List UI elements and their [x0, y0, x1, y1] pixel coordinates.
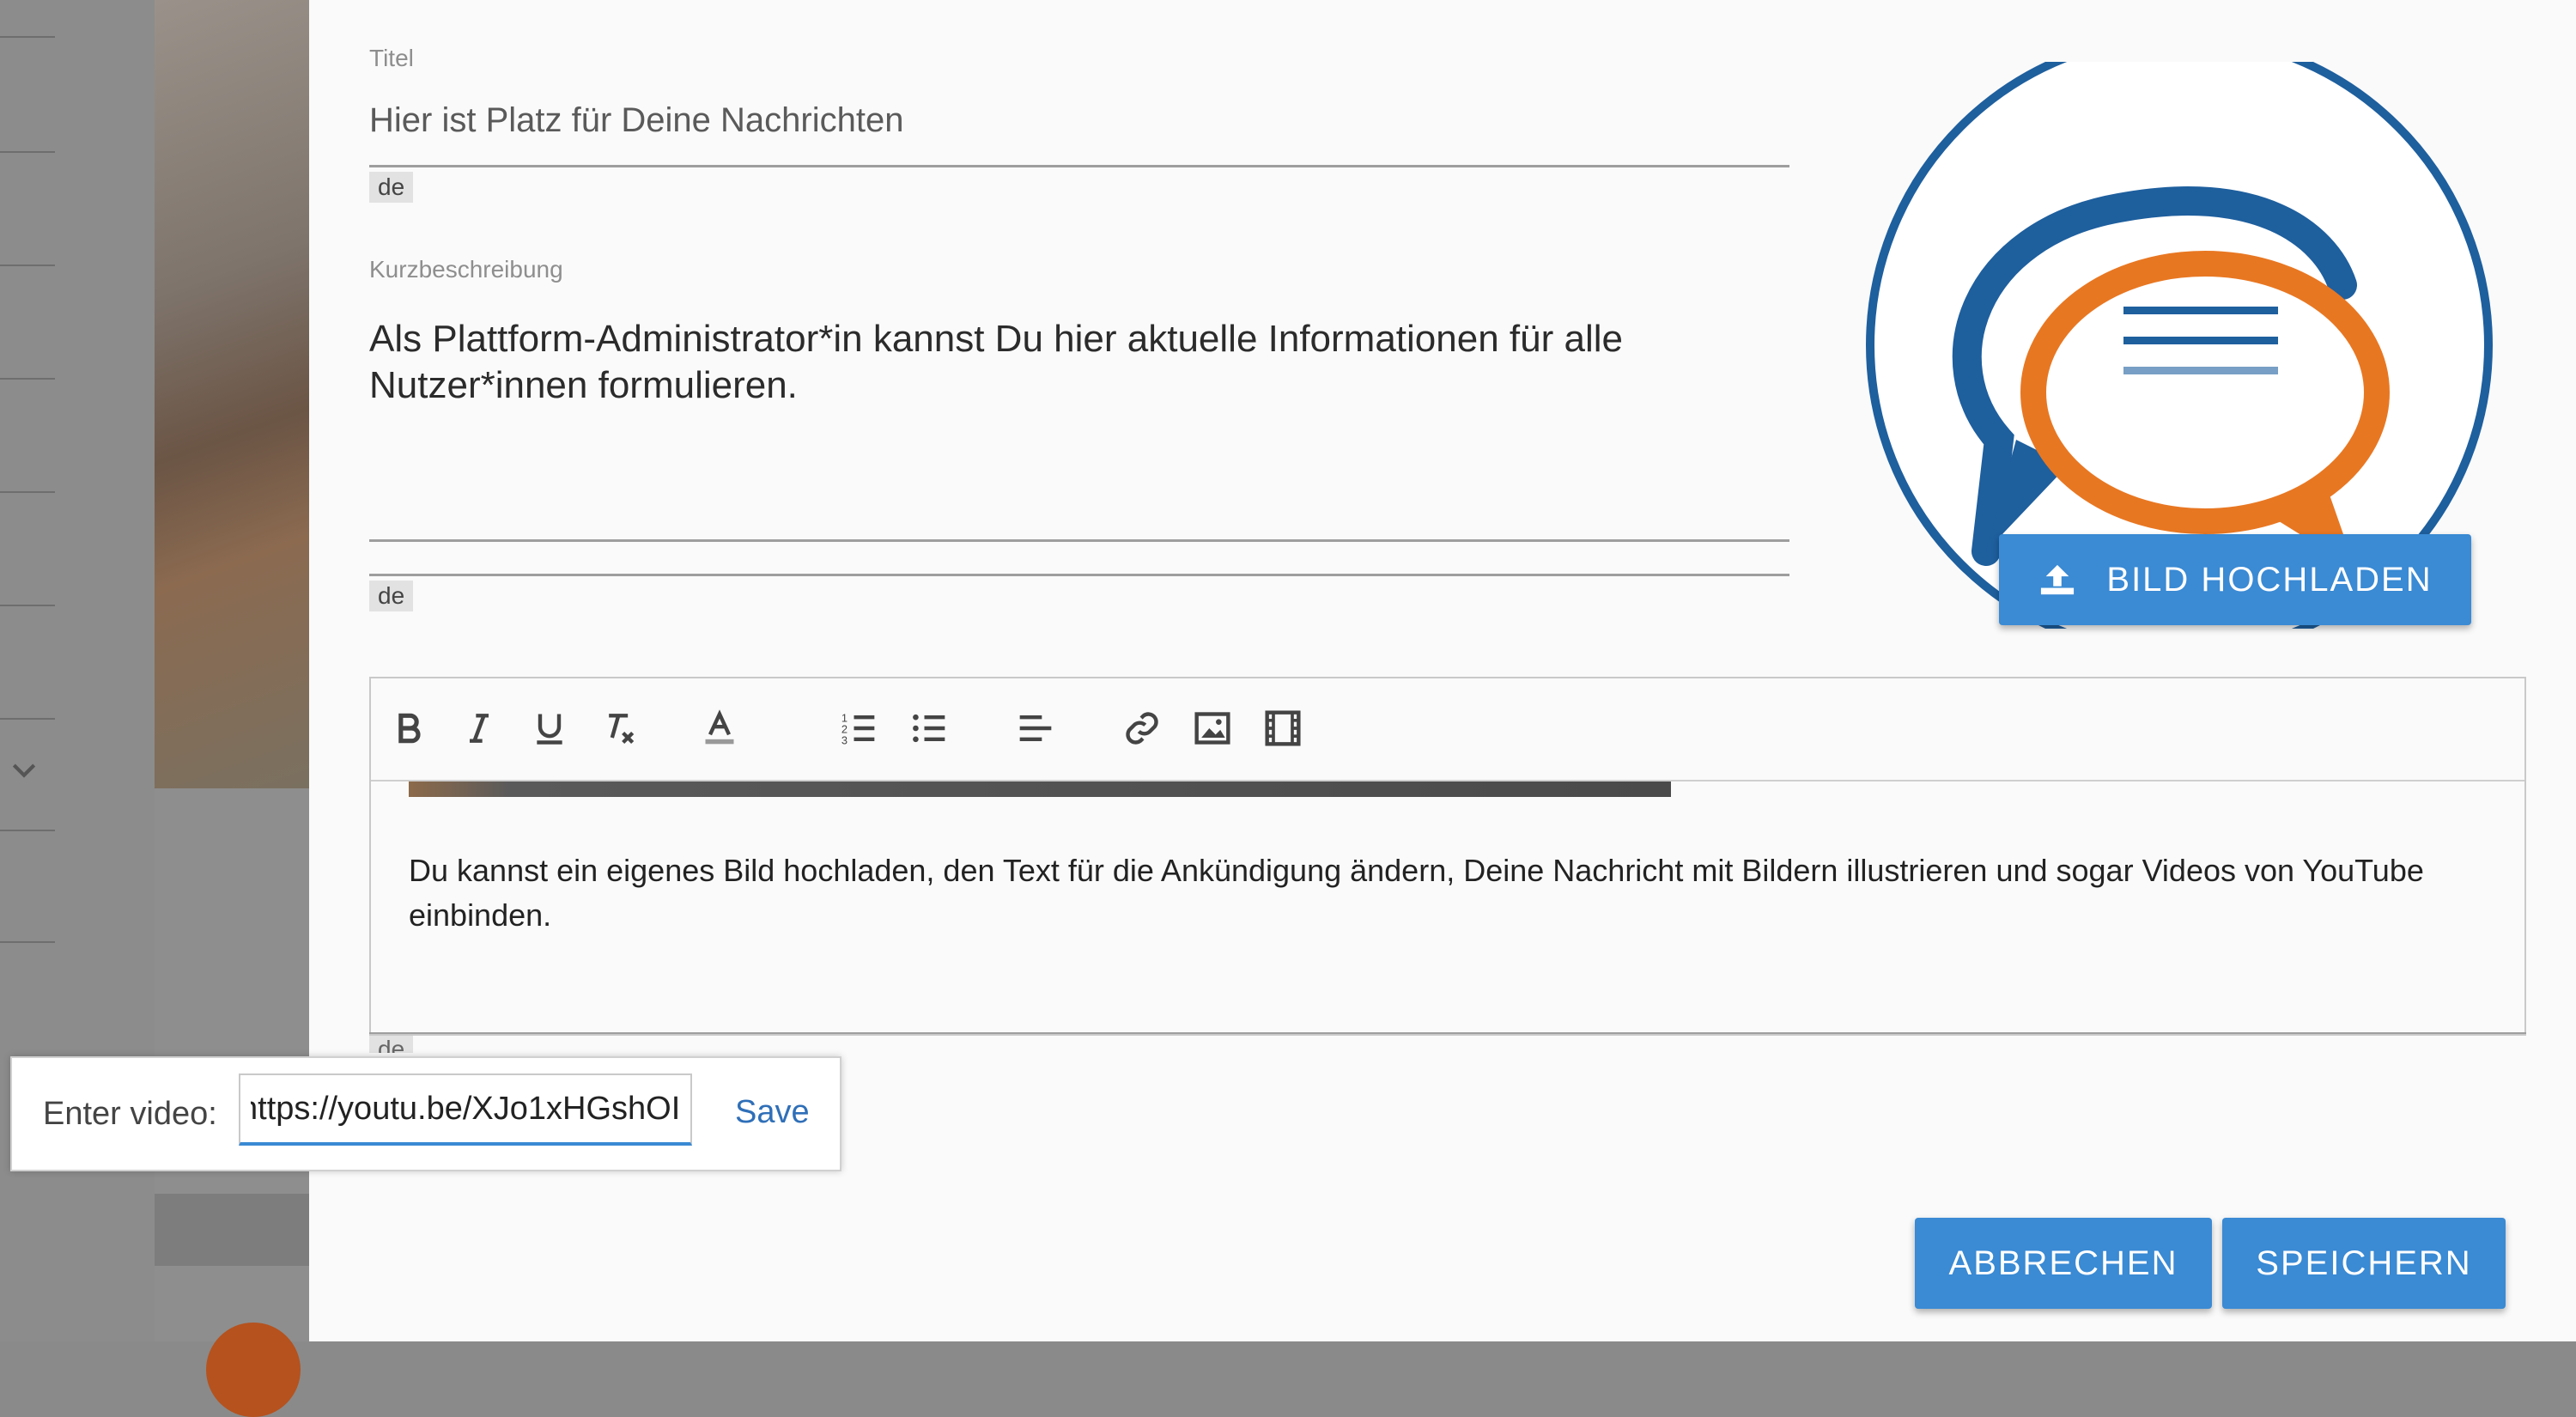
cancel-button[interactable]: ABBRECHEN [1915, 1218, 2212, 1309]
clear-format-button[interactable] [596, 704, 644, 752]
video-button[interactable] [1259, 704, 1307, 752]
sidebar-divider [0, 378, 55, 380]
text-color-icon [705, 709, 734, 745]
video-icon [1265, 710, 1301, 746]
sidebar-divider [0, 265, 55, 266]
description-underline [369, 539, 1789, 542]
description-underline-secondary [369, 574, 1789, 576]
align-button[interactable] [1012, 704, 1060, 752]
italic-button[interactable] [455, 704, 503, 752]
ordered-list-button[interactable]: 123 [835, 704, 883, 752]
description-label: Kurzbeschreibung [369, 256, 563, 283]
title-input[interactable]: Hier ist Platz für Deine Nachrichten [369, 101, 903, 140]
background-photo [155, 0, 309, 788]
title-label: Titel [369, 45, 414, 71]
editor-toolbar: 123 [371, 678, 2524, 781]
title-underline [369, 165, 1789, 167]
save-button[interactable]: SPEICHERN [2222, 1218, 2506, 1309]
clear-format-icon [609, 714, 635, 745]
background-band [155, 1194, 309, 1266]
sidebar-divider [0, 830, 55, 831]
description-language-badge: de [369, 581, 414, 611]
video-url-label: Enter video: [43, 1096, 217, 1132]
bullet-list-icon [913, 714, 945, 743]
video-url-input[interactable] [239, 1073, 692, 1146]
align-left-icon [1019, 715, 1052, 742]
link-icon [1126, 712, 1158, 745]
editor-paragraph: Du kannst ein eigenes Bild hochladen, de… [409, 853, 2424, 933]
editor-underline [369, 1032, 2526, 1034]
title-language-badge: de [369, 172, 414, 203]
ordered-list-icon: 123 [841, 712, 875, 746]
description-input[interactable]: Als Plattform-Administrator*in kannst Du… [369, 316, 1743, 409]
background-avatar [206, 1323, 301, 1417]
upload-image-label: BILD HOCHLADEN [2106, 560, 2433, 599]
editor-language-badge: de [369, 1036, 414, 1053]
svg-text:3: 3 [841, 733, 848, 746]
chevron-down-icon [12, 763, 36, 778]
sidebar-divider [0, 36, 55, 38]
image-icon [1194, 712, 1230, 745]
sidebar-divider [0, 151, 55, 153]
sidebar-divider [0, 605, 55, 606]
rich-text-editor: 123 Du kannst ein eigenes Bild hochladen… [369, 677, 2526, 1036]
bullet-list-button[interactable] [905, 704, 953, 752]
italic-icon [470, 714, 489, 743]
sidebar-divider [0, 491, 55, 493]
text-color-button[interactable] [696, 704, 744, 752]
underline-button[interactable] [526, 704, 574, 752]
video-url-popup: Enter video: Save [10, 1056, 841, 1171]
bold-button[interactable] [385, 704, 433, 752]
video-save-link[interactable]: Save [735, 1094, 810, 1131]
editor-content[interactable]: Du kannst ein eigenes Bild hochladen, de… [371, 781, 2524, 1034]
embedded-image-edge [409, 781, 1671, 797]
link-button[interactable] [1118, 704, 1166, 752]
underline-icon [537, 714, 562, 745]
sidebar-divider [0, 941, 55, 943]
upload-image-button[interactable]: BILD HOCHLADEN [1999, 534, 2471, 625]
sidebar-divider [0, 718, 55, 720]
image-button[interactable] [1188, 704, 1236, 752]
bold-icon [398, 713, 421, 744]
upload-icon [2041, 564, 2075, 595]
